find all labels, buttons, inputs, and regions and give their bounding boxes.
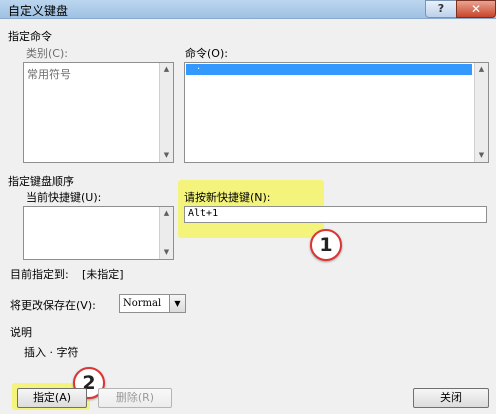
save-in-label: 将更改保存在(V):: [10, 299, 96, 312]
description-text: 插入 · 字符: [24, 346, 79, 359]
currently-assigned-value: [未指定]: [82, 268, 124, 281]
category-listbox[interactable]: 常用符号 ▲ ▼: [23, 62, 174, 163]
scroll-up-icon[interactable]: ▲: [160, 207, 173, 220]
scroll-down-icon[interactable]: ▼: [160, 246, 173, 259]
scroll-up-icon[interactable]: ▲: [475, 63, 488, 76]
new-key-input[interactable]: Alt+1: [184, 206, 487, 223]
close-window-button[interactable]: ✕: [456, 0, 496, 18]
title-bar: 自定义键盘 ? ✕: [0, 0, 496, 19]
window-title: 自定义键盘: [8, 4, 69, 18]
save-in-select[interactable]: Normal ▼: [119, 294, 186, 313]
new-key-label: 请按新快捷键(N):: [184, 191, 271, 204]
keyboard-heading: 指定键盘顺序: [8, 175, 74, 188]
assign-button[interactable]: 指定(A): [17, 388, 87, 408]
description-heading: 说明: [10, 326, 32, 339]
category-item[interactable]: 常用符号: [27, 66, 71, 82]
scroll-down-icon[interactable]: ▼: [475, 149, 488, 162]
help-button[interactable]: ?: [425, 0, 457, 18]
category-label: 类别(C):: [26, 47, 68, 60]
step-1-marker: 1: [310, 229, 342, 261]
save-in-value: Normal: [123, 298, 162, 309]
command-scrollbar[interactable]: ▲ ▼: [474, 63, 488, 162]
remove-button[interactable]: 删除(R): [98, 388, 172, 408]
command-item-selected[interactable]: ·: [186, 64, 472, 75]
currently-assigned-label: 目前指定到:: [10, 268, 69, 281]
scroll-up-icon[interactable]: ▲: [160, 63, 173, 76]
dropdown-arrow-icon[interactable]: ▼: [169, 295, 185, 312]
category-scrollbar[interactable]: ▲ ▼: [159, 63, 173, 162]
command-label: 命令(O):: [185, 47, 228, 60]
commands-heading: 指定命令: [8, 30, 52, 43]
current-keys-listbox[interactable]: ▲ ▼: [23, 206, 174, 260]
command-listbox[interactable]: · ▲ ▼: [184, 62, 489, 163]
current-keys-label: 当前快捷键(U):: [26, 191, 102, 204]
close-button[interactable]: 关闭: [413, 388, 489, 408]
current-keys-scrollbar[interactable]: ▲ ▼: [159, 207, 173, 259]
scroll-down-icon[interactable]: ▼: [160, 149, 173, 162]
